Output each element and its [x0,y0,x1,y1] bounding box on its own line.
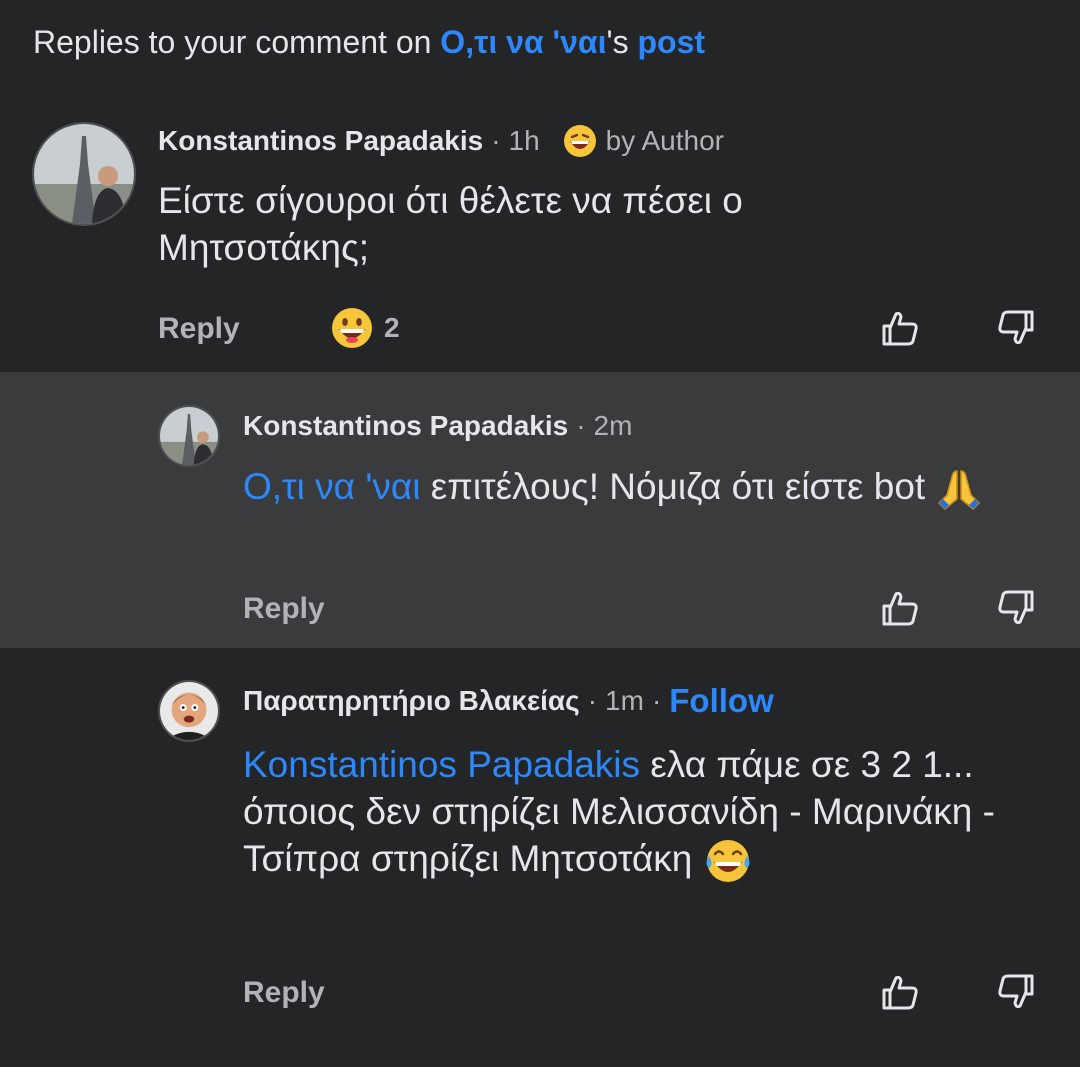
timestamp[interactable]: 1h [509,124,540,158]
separator-dot: · [576,410,586,441]
comment-text-content: επιτέλους! Νόμιζα ότι είστε bot [420,466,936,507]
reaction-count: 2 [384,312,400,343]
separator-dot: · [491,125,501,156]
timestamp[interactable]: 1m [605,684,644,718]
header-prefix: Replies to your comment on [33,24,441,60]
comment-text: Είστε σίγουροι ότι θέλετε να πέσει ο Μητ… [158,180,743,268]
avatar[interactable] [158,405,220,467]
folded-hands-icon [935,465,983,513]
thumbs-down-icon [998,590,1034,625]
tears-of-joy-icon [703,836,753,886]
comment: Konstantinos Papadakis · 1h by Author Εί… [0,100,1080,372]
thumbs-up-icon [882,591,918,626]
comment-text: Ο,τι να 'ναι επιτέλους! Νόμιζα ότι είστε… [243,463,1043,513]
comment-meta: Konstantinos Papadakis · 1h by Author [158,123,724,159]
thumbs-down-icon [998,310,1034,345]
follow-button[interactable]: Follow [669,684,773,718]
comment: Παρατηρητήριο Βλακείας · 1m · Follow Kon… [0,648,1080,1067]
thumbs-up-icon [882,975,918,1010]
comment: Konstantinos Papadakis · 2m Ο,τι να 'ναι… [0,372,1080,648]
author-name[interactable]: Konstantinos Papadakis [243,409,568,443]
replies-page: Replies to your comment on Ο,τι να 'ναι'… [0,0,1080,1067]
separator-dot: · [587,685,598,716]
thumbs-down-icon [998,974,1034,1009]
comment-meta: Konstantinos Papadakis · 2m [243,409,632,443]
grinning-squint-icon [562,123,598,159]
comment-text: Konstantinos Papadakis ελα πάμε σε 3 2 1… [243,741,1043,886]
dislike-button[interactable] [994,970,1038,1014]
author-badge-label: by Author [605,125,724,156]
separator-dot: · [651,685,662,716]
avatar[interactable] [158,680,220,742]
author-name[interactable]: Παρατηρητήριο Βλακείας [243,684,580,718]
reaction-summary[interactable]: 2 [330,306,400,350]
comment-actions: Reply 2 [0,304,1080,354]
dislike-button[interactable] [994,586,1038,630]
mention-link[interactable]: Ο,τι να 'ναι [243,466,421,507]
page-link[interactable]: Ο,τι να 'ναι [440,24,606,60]
header-possessive: 's [606,24,638,60]
grinning-face-icon [330,306,374,350]
like-button[interactable] [878,970,922,1014]
dislike-button[interactable] [994,306,1038,350]
comment-meta: Παρατηρητήριο Βλακείας · 1m · Follow [243,684,774,718]
reply-button[interactable]: Reply [243,592,325,626]
author-badge: by Author [562,123,724,159]
avatar[interactable] [32,122,136,226]
like-button[interactable] [878,586,922,630]
post-link[interactable]: post [637,24,705,60]
timestamp[interactable]: 2m [594,409,633,443]
comment-actions: Reply [0,584,1080,634]
comment-actions: Reply [0,968,1080,1018]
author-name[interactable]: Konstantinos Papadakis [158,124,483,158]
page-header: Replies to your comment on Ο,τι να 'ναι'… [33,22,705,62]
like-button[interactable] [878,306,922,350]
reply-button[interactable]: Reply [158,312,240,346]
mention-link[interactable]: Konstantinos Papadakis [243,744,640,785]
thumbs-up-icon [882,311,918,346]
reply-button[interactable]: Reply [243,976,325,1010]
